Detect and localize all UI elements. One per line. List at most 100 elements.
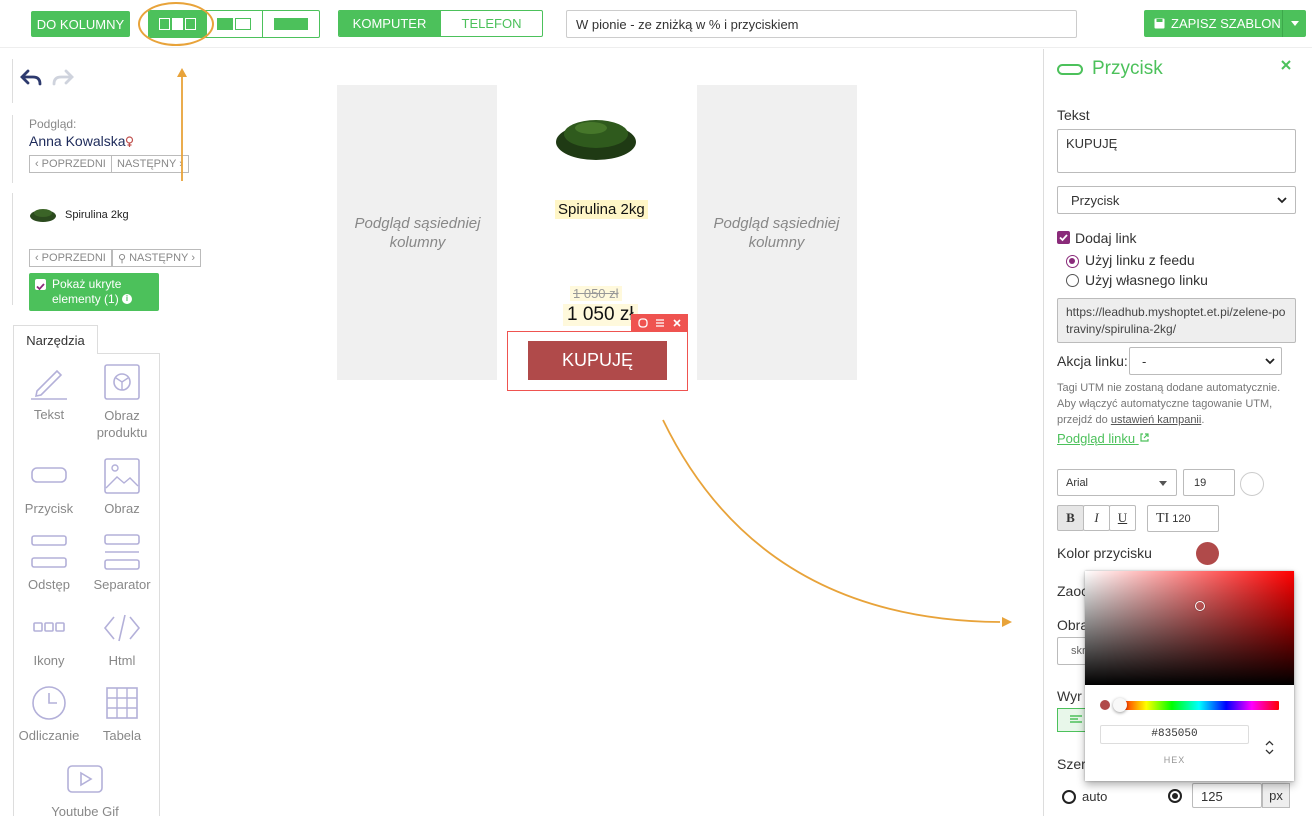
underline-button[interactable]: U xyxy=(1109,505,1136,531)
tab-tools[interactable]: Narzędzia xyxy=(13,325,98,354)
next-label: NASTĘPNY xyxy=(129,252,189,264)
code-icon xyxy=(103,614,141,642)
width-fixed-radio[interactable] xyxy=(1168,789,1182,803)
button-type-icon xyxy=(1057,64,1083,75)
gender-icon xyxy=(125,136,134,147)
tool-html-label: Html xyxy=(108,653,136,668)
hue-slider-handle[interactable] xyxy=(1113,698,1127,712)
product-image[interactable] xyxy=(553,108,639,164)
link-url-input[interactable]: https://leadhub.myshoptet.et.pi/zelene-p… xyxy=(1057,298,1296,343)
divider xyxy=(12,193,13,305)
text-color-swatch[interactable] xyxy=(1240,472,1264,496)
info-icon[interactable]: i xyxy=(122,294,132,304)
save-options-dropdown[interactable] xyxy=(1282,10,1306,37)
checkbox-checked[interactable] xyxy=(35,279,46,291)
tool-product-image[interactable]: Obraz produktu xyxy=(85,363,159,441)
line-height-input[interactable]: TI 120 xyxy=(1147,505,1219,532)
product-name: Spirulina 2kg xyxy=(65,209,129,221)
external-link-icon xyxy=(1140,433,1149,442)
pencil-icon xyxy=(31,369,67,400)
check-icon xyxy=(36,283,45,291)
add-link-checkbox[interactable] xyxy=(1057,231,1070,244)
template-name-input[interactable]: W pionie - ze zniżką w % i przyciskiem xyxy=(566,10,1077,38)
price: 1 050 zł xyxy=(563,304,638,326)
preview-prev-button[interactable]: ‹ POPRZEDNI xyxy=(29,155,112,173)
tool-icons[interactable]: Ikony xyxy=(12,609,86,668)
font-family-select[interactable]: Arial xyxy=(1057,469,1177,496)
bold-button[interactable]: B xyxy=(1057,505,1084,531)
hex-label: HEX xyxy=(1163,755,1186,765)
prev-label: POPRZEDNI xyxy=(41,252,106,264)
layout-two-columns-button[interactable] xyxy=(206,11,261,37)
preview-recipient-name: Anna Kowalska xyxy=(29,133,126,149)
width-input[interactable]: 125 xyxy=(1192,783,1262,808)
hue-slider[interactable] xyxy=(1119,701,1279,710)
arrow-right-line xyxy=(662,419,1001,623)
redo-icon[interactable] xyxy=(52,69,74,87)
tool-separator[interactable]: Separator xyxy=(85,533,159,592)
use-feed-link-radio[interactable] xyxy=(1066,255,1079,268)
left-sidebar: Podgląd: Anna Kowalska ‹ POPRZEDNI NASTĘP… xyxy=(0,49,220,816)
device-phone-tab[interactable]: TELEFON xyxy=(440,11,542,36)
product-next-button[interactable]: ⚲ NASTĘPNY › xyxy=(112,249,202,267)
preview-link-label: Podgląd linku xyxy=(1057,431,1136,446)
use-own-link-radio[interactable] xyxy=(1066,274,1079,287)
width-auto-radio[interactable] xyxy=(1062,790,1076,804)
next-label: NASTĘPNY xyxy=(117,158,177,170)
chevron-left-icon: ‹ xyxy=(35,158,39,170)
tool-text[interactable]: Tekst xyxy=(12,363,86,422)
product-prev-button[interactable]: ‹ POPRZEDNI xyxy=(29,249,112,267)
text-input[interactable]: KUPUJĘ xyxy=(1057,129,1296,173)
tool-button[interactable]: Przycisk xyxy=(12,457,86,516)
tool-spacer[interactable]: Odstęp xyxy=(12,533,86,592)
hex-input[interactable]: #835050 xyxy=(1100,725,1249,744)
utm-note-end: . xyxy=(1201,414,1205,426)
preview-link[interactable]: Podgląd linku xyxy=(1057,431,1150,446)
panel-title: Przycisk xyxy=(1092,58,1163,79)
caret-down-icon xyxy=(1159,481,1167,486)
mode-toggle-icon[interactable] xyxy=(1265,740,1274,755)
tool-html[interactable]: Html xyxy=(85,609,159,668)
italic-button[interactable]: I xyxy=(1083,505,1110,531)
search-icon: ⚲ xyxy=(118,252,127,265)
button-color-swatch[interactable] xyxy=(1196,542,1219,565)
alignment-label: Wyr xyxy=(1057,688,1082,704)
undo-icon[interactable] xyxy=(20,69,42,87)
tool-table[interactable]: Tabela xyxy=(85,684,159,743)
campaign-settings-link[interactable]: ustawień kampanii xyxy=(1111,414,1202,426)
spacer-icon xyxy=(31,535,67,568)
tool-image[interactable]: Obraz xyxy=(85,457,159,516)
cta-button[interactable]: KUPUJĘ xyxy=(528,341,667,380)
type-select[interactable]: Przycisk xyxy=(1057,186,1296,214)
close-icon[interactable] xyxy=(1281,60,1291,70)
clock-icon xyxy=(32,686,66,720)
tool-youtube-gif[interactable]: Youtube Gif xyxy=(48,760,122,816)
chevron-right-icon: › xyxy=(191,252,196,264)
tool-separator-label: Separator xyxy=(93,577,151,592)
layout-one-column-button[interactable] xyxy=(261,11,319,37)
save-template-button[interactable]: ZAPISZ SZABLON xyxy=(1144,10,1306,37)
device-computer-tab[interactable]: KOMPUTER xyxy=(339,11,440,36)
saturation-area[interactable] xyxy=(1085,571,1294,685)
saturation-pointer[interactable] xyxy=(1195,601,1205,611)
chevron-left-icon: ‹ xyxy=(35,252,39,264)
save-template-label: ZAPISZ SZABLON xyxy=(1171,16,1281,31)
utm-note-line-1: Tagi UTM nie zostaną dodane automatyczni… xyxy=(1057,382,1281,394)
preview-next-button[interactable]: NASTĘPNY › xyxy=(111,155,189,173)
icons-icon xyxy=(33,622,65,632)
drag-handle-icon[interactable] xyxy=(655,318,665,328)
arrow-right-head xyxy=(1002,617,1012,627)
utm-note: Tagi UTM nie zostaną dodane automatyczni… xyxy=(1057,380,1307,428)
delete-icon[interactable] xyxy=(672,318,682,328)
image-icon xyxy=(104,458,140,494)
to-columns-button[interactable]: DO KOLUMNY xyxy=(31,11,130,37)
tool-icons-label: Ikony xyxy=(33,653,65,668)
link-action-select[interactable]: - xyxy=(1129,347,1282,375)
font-size-input[interactable]: 19 xyxy=(1183,469,1235,496)
duplicate-icon[interactable] xyxy=(637,317,648,328)
caret-down-icon xyxy=(1290,21,1299,26)
width-unit: px xyxy=(1262,783,1290,808)
corner-label: Zaoc xyxy=(1057,583,1089,599)
show-hidden-toggle[interactable]: Pokaż ukryte elementy (1) i xyxy=(29,273,159,311)
tool-countdown[interactable]: Odliczanie xyxy=(12,684,86,743)
